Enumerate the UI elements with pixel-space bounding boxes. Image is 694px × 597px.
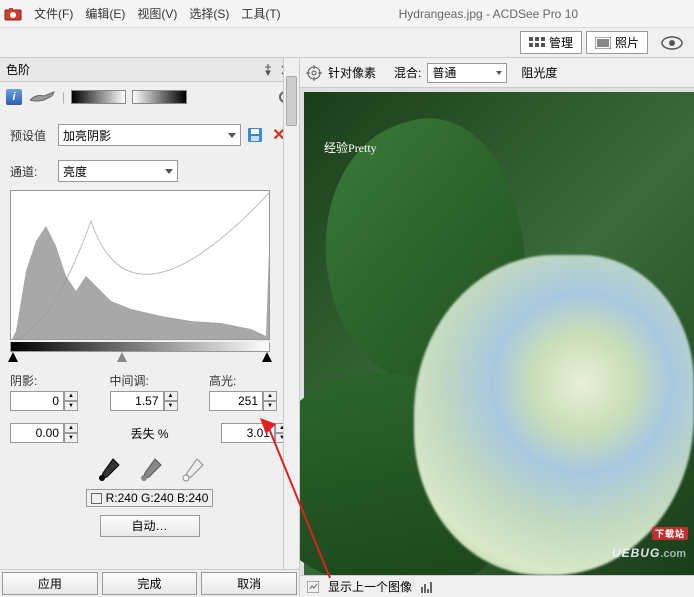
photo: 经验Pretty 下载站 UEBUG.com bbox=[304, 92, 694, 575]
save-preset-icon[interactable] bbox=[245, 125, 265, 145]
channel-select[interactable]: 亮度 bbox=[58, 160, 178, 182]
black-point-handle[interactable] bbox=[8, 352, 18, 362]
apply-button[interactable]: 应用 bbox=[2, 572, 98, 595]
pixel-label: 针对像素 bbox=[328, 64, 376, 81]
levels-slider[interactable] bbox=[10, 352, 270, 366]
clip-white-input[interactable]: 3.01▲▼ bbox=[221, 423, 289, 443]
black-dropper-icon[interactable] bbox=[95, 457, 121, 483]
blend-select[interactable]: 普通 bbox=[427, 63, 507, 83]
midtone-input[interactable]: 1.57▲▼ bbox=[110, 391, 190, 411]
highlight-input[interactable]: 251▲▼ bbox=[209, 391, 289, 411]
clip-black-input[interactable]: 0.00▲▼ bbox=[10, 423, 78, 443]
pin-icon[interactable] bbox=[261, 63, 275, 77]
panel-body: 预设值 加亮阴影 ✕ 通道: 亮度 bbox=[0, 112, 299, 569]
loss-label: 丢失 % bbox=[130, 425, 168, 442]
menu-file[interactable]: 文件(F) bbox=[28, 5, 79, 22]
highlight-label: 高光: bbox=[209, 372, 289, 389]
menu-bar: 文件(F) 编辑(E) 视图(V) 选择(S) 工具(T) Hydrangeas… bbox=[0, 0, 694, 28]
panel-title: 色阶 bbox=[6, 61, 257, 78]
photo-button[interactable]: 照片 bbox=[586, 31, 648, 54]
cancel-button[interactable]: 取消 bbox=[201, 572, 297, 595]
menu-select[interactable]: 选择(S) bbox=[183, 5, 235, 22]
image-canvas[interactable]: 经验Pretty 下载站 UEBUG.com bbox=[300, 88, 694, 575]
midtone-label: 中间调: bbox=[110, 372, 190, 389]
window-title: Hydrangeas.jpg - ACDSee Pro 10 bbox=[287, 7, 690, 21]
preset-select[interactable]: 加亮阴影 bbox=[58, 124, 241, 146]
options-bar: 针对像素 混合: 普通 阻光度 bbox=[300, 58, 694, 88]
white-dropper-icon[interactable] bbox=[179, 457, 205, 483]
top-toolbar: 管理 照片 bbox=[0, 28, 694, 58]
histogram-icon[interactable] bbox=[420, 580, 434, 594]
uebug-logo: 下载站 UEBUG.com bbox=[612, 537, 686, 563]
gradient-bw[interactable] bbox=[71, 90, 126, 104]
tool-strip: i | bbox=[0, 82, 299, 112]
gradient-wb[interactable] bbox=[132, 90, 187, 104]
menu-tools[interactable]: 工具(T) bbox=[235, 5, 286, 22]
shadow-label: 阴影: bbox=[10, 372, 90, 389]
auto-button[interactable]: 自动… bbox=[100, 515, 200, 537]
panel-scrollbar[interactable] bbox=[283, 58, 299, 569]
done-button[interactable]: 完成 bbox=[102, 572, 198, 595]
brush-icon[interactable] bbox=[28, 90, 56, 104]
camera-icon bbox=[4, 7, 22, 21]
levels-panel: 色阶 i | 预设值 加亮阴影 ✕ 通道: 亮度 bbox=[0, 58, 300, 597]
info-icon[interactable]: i bbox=[6, 89, 22, 105]
status-bar: 显示上一个图像 bbox=[300, 575, 694, 597]
rgb-readout: R:240 G:240 B:240 bbox=[86, 489, 214, 507]
blend-label: 混合: bbox=[394, 64, 421, 81]
histogram bbox=[10, 190, 270, 340]
channel-label: 通道: bbox=[10, 163, 58, 180]
target-icon[interactable] bbox=[306, 65, 322, 81]
canvas-area: 针对像素 混合: 普通 阻光度 经验Pretty 下载站 UEBUG.com 显… bbox=[300, 58, 694, 597]
white-point-handle[interactable] bbox=[262, 352, 272, 362]
view-button[interactable] bbox=[652, 33, 692, 53]
watermark-text: 经验Pretty bbox=[324, 102, 377, 166]
status-text: 显示上一个图像 bbox=[328, 578, 412, 595]
prev-image-icon[interactable] bbox=[306, 580, 320, 594]
gray-dropper-icon[interactable] bbox=[137, 457, 163, 483]
manage-button[interactable]: 管理 bbox=[520, 31, 582, 54]
menu-edit[interactable]: 编辑(E) bbox=[79, 5, 131, 22]
menu-view[interactable]: 视图(V) bbox=[131, 5, 183, 22]
gray-point-handle[interactable] bbox=[117, 352, 127, 362]
opacity-label: 阻光度 bbox=[521, 64, 557, 81]
shadow-input[interactable]: 0▲▼ bbox=[10, 391, 90, 411]
preset-label: 预设值 bbox=[10, 127, 58, 144]
color-swatch bbox=[91, 493, 102, 504]
histogram-gradient bbox=[10, 342, 270, 352]
panel-header: 色阶 bbox=[0, 58, 299, 82]
